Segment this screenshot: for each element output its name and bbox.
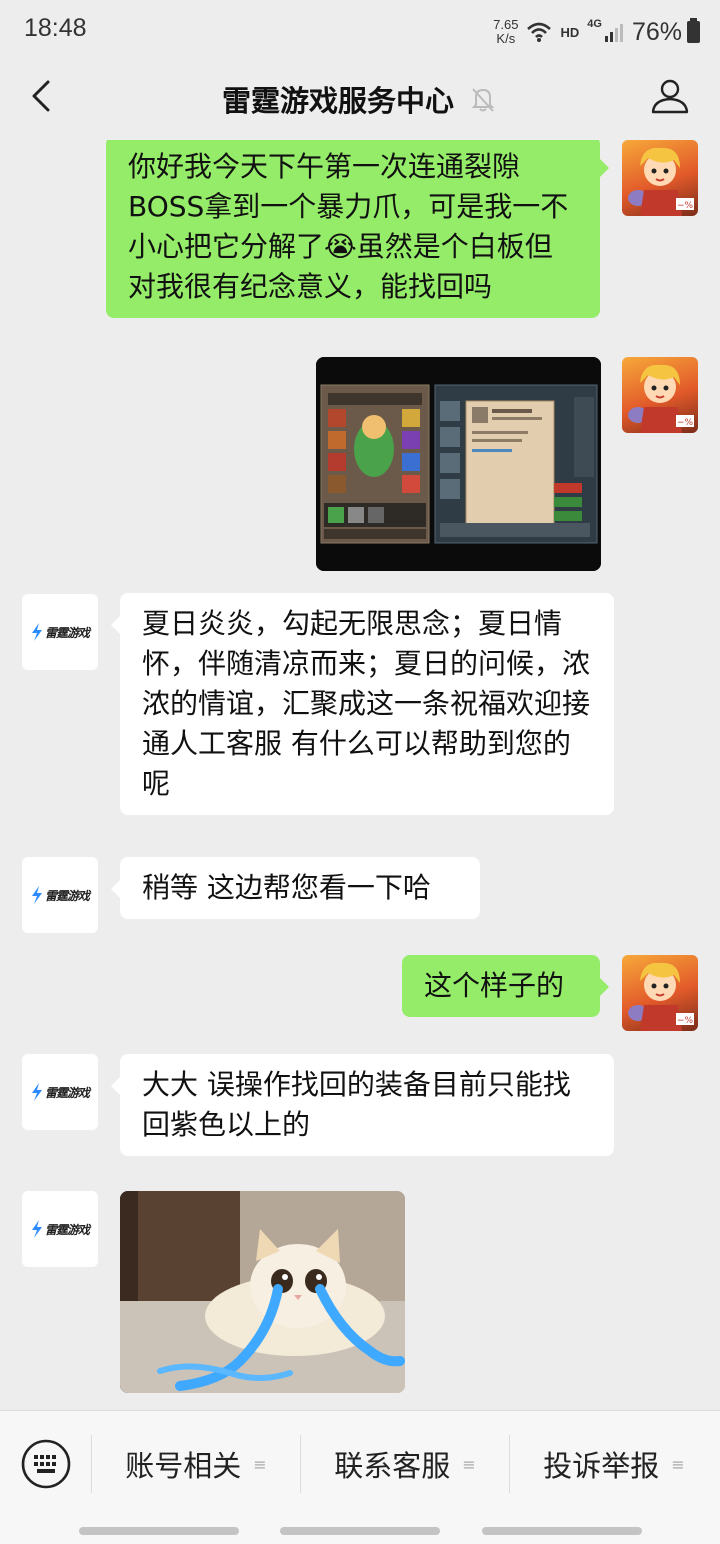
lightning-logo-icon xyxy=(31,1083,42,1101)
lightning-logo-icon xyxy=(31,1220,42,1238)
game-screenshot-icon xyxy=(316,357,601,571)
service-avatar[interactable]: 雷霆游戏 xyxy=(22,1191,98,1267)
hd-label: HD xyxy=(560,24,580,40)
nav-handle-center xyxy=(280,1527,440,1535)
service-menu-bar: 账号相关 ≡ 联系客服 ≡ 投诉举报 ≡ xyxy=(0,1410,720,1544)
svg-text:−%: −% xyxy=(677,201,694,211)
signal-icon xyxy=(604,24,623,42)
menu-list-icon: ≡ xyxy=(253,1454,267,1474)
incoming-message[interactable]: 大大 误操作找回的装备目前只能找回紫色以上的 xyxy=(111,1054,614,1156)
bell-muted-icon xyxy=(471,88,495,112)
game-character-avatar-icon: −% xyxy=(628,147,694,216)
game-character-avatar-icon: −% xyxy=(628,962,694,1031)
lightning-logo-icon xyxy=(31,623,42,641)
page-title: 雷霆游戏服务中心 xyxy=(221,84,454,118)
menu-list-icon: ≡ xyxy=(671,1454,685,1474)
menu-complaint[interactable]: 投诉举报 ≡ xyxy=(510,1435,718,1493)
chat-info-button[interactable] xyxy=(648,74,692,118)
svg-text:−%: −% xyxy=(677,1016,694,1026)
game-screenshot-image[interactable] xyxy=(316,357,601,571)
network-speed: 7.65 K/s xyxy=(493,18,518,46)
game-character-avatar-icon: −% xyxy=(628,364,694,433)
crying-cat-sticker[interactable] xyxy=(120,1191,405,1393)
brand-logo-text: 雷霆游戏 xyxy=(44,1085,90,1100)
outgoing-message[interactable]: 这个样子的 xyxy=(402,955,609,1017)
brand-logo-text: 雷霆游戏 xyxy=(44,1222,90,1237)
person-icon xyxy=(651,79,689,114)
wifi-icon xyxy=(527,22,552,42)
service-avatar[interactable]: 雷霆游戏 xyxy=(22,594,98,670)
user-avatar[interactable]: −% xyxy=(622,140,698,216)
status-bar: 18:48 7.65 K/s HD 4G 76% xyxy=(0,0,720,64)
keyboard-icon xyxy=(21,1439,71,1489)
outgoing-message[interactable]: 你好我今天下午第一次连通裂隙BOSS拿到一个暴力爪，可是我一不小心把它分解了😭虽… xyxy=(106,140,609,318)
title-group: 雷霆游戏服务中心 xyxy=(0,78,720,120)
user-avatar[interactable]: −% xyxy=(622,955,698,1031)
keyboard-toggle-button[interactable] xyxy=(20,1438,72,1490)
battery-level: 76% xyxy=(631,17,682,46)
chat-header: 雷霆游戏服务中心 xyxy=(0,64,720,140)
message-list[interactable]: 你好我今天下午第一次连通裂隙BOSS拿到一个暴力爪，可是我一不小心把它分解了😭虽… xyxy=(0,140,720,1410)
incoming-message[interactable]: 稍等 这边帮您看一下哈 xyxy=(111,857,480,919)
network-speed-unit: K/s xyxy=(496,31,516,46)
status-time: 18:48 xyxy=(24,14,87,42)
menu-list-icon: ≡ xyxy=(462,1454,476,1474)
status-indicators: 7.65 K/s HD 4G 76% xyxy=(493,12,700,52)
menu-account-label: 账号相关 xyxy=(125,1449,242,1483)
menu-complaint-label: 投诉举报 xyxy=(543,1449,660,1483)
nav-handle-right xyxy=(482,1527,642,1535)
svg-text:−%: −% xyxy=(677,418,694,428)
menu-contact-service[interactable]: 联系客服 ≡ xyxy=(301,1435,509,1493)
network-speed-value: 7.65 xyxy=(493,17,519,32)
menu-contact-service-label: 联系客服 xyxy=(334,1449,451,1483)
brand-logo-text: 雷霆游戏 xyxy=(44,625,90,640)
service-avatar[interactable]: 雷霆游戏 xyxy=(22,857,98,933)
lightning-logo-icon xyxy=(31,886,42,904)
crying-cat-icon xyxy=(120,1191,405,1393)
brand-logo-text: 雷霆游戏 xyxy=(44,888,90,903)
menu-account[interactable]: 账号相关 ≡ xyxy=(92,1435,300,1493)
nav-handle-left xyxy=(79,1527,239,1535)
battery-icon xyxy=(687,18,700,43)
user-avatar[interactable]: −% xyxy=(622,357,698,433)
incoming-message[interactable]: 夏日炎炎，勾起无限思念；夏日情怀，伴随清凉而来；夏日的问候，浓浓的情谊，汇聚成这… xyxy=(111,593,614,815)
service-avatar[interactable]: 雷霆游戏 xyxy=(22,1054,98,1130)
network-type-label: 4G xyxy=(587,18,602,30)
